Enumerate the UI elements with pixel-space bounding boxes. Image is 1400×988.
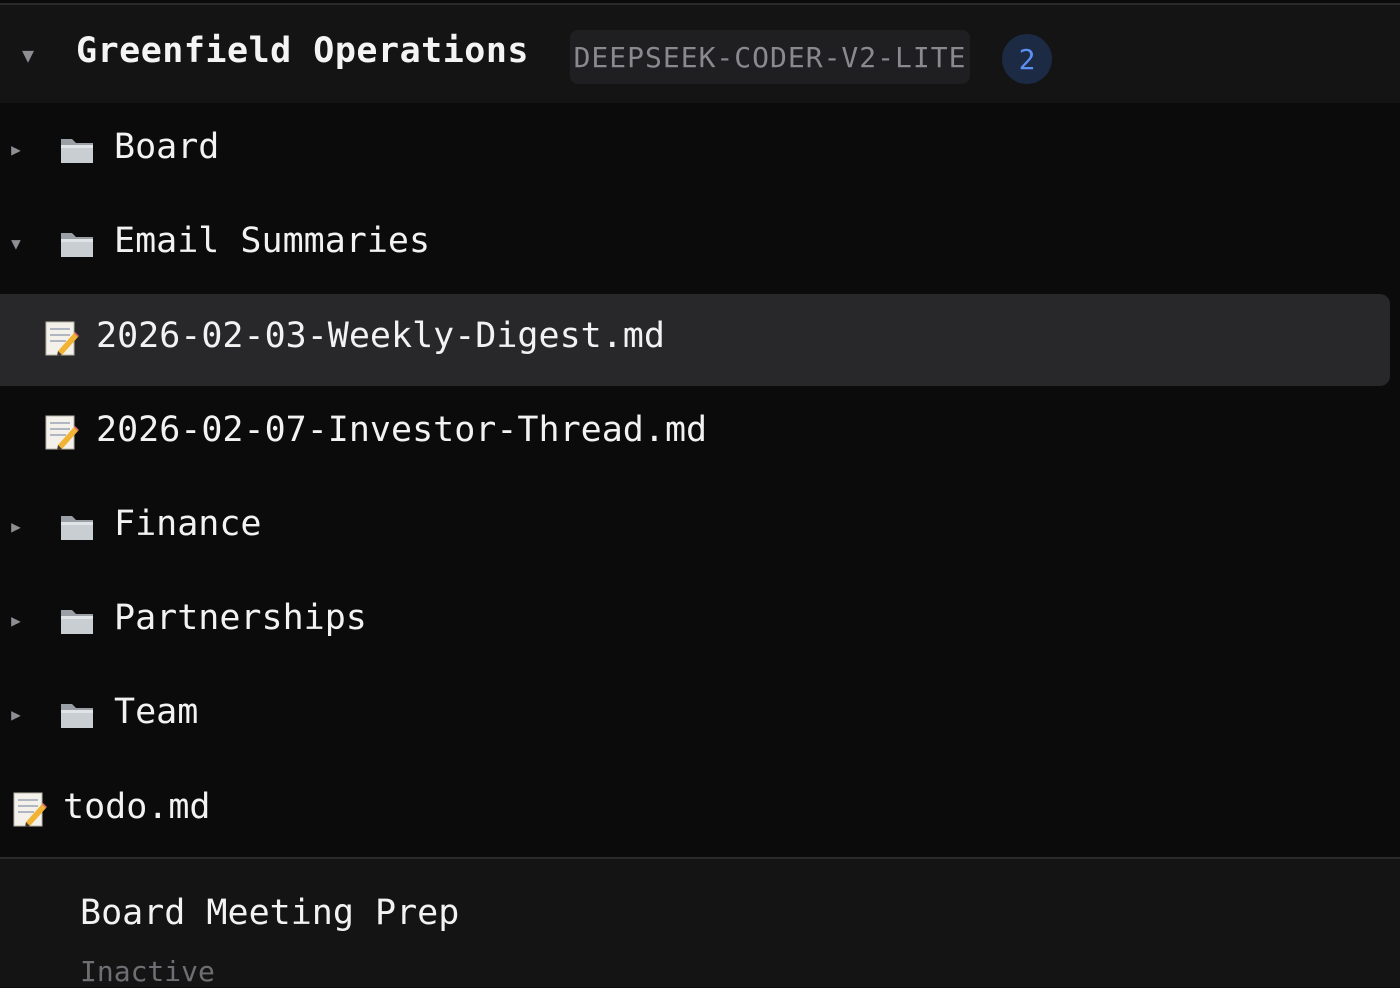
workspace-title: Greenfield Operations — [76, 31, 530, 71]
tree-item-label: Email Summaries — [114, 221, 431, 261]
workspace-header[interactable]: ▼ Greenfield Operations DEEPSEEK-CODER-V… — [0, 5, 1400, 103]
chevron-down-icon[interactable]: ▼ — [6, 233, 26, 253]
tree-item-board[interactable]: ▶ Board — [0, 105, 1400, 197]
tree-item-label: Team — [114, 692, 199, 732]
tree-item-label: Board — [114, 127, 220, 167]
session-status: Inactive — [80, 955, 215, 988]
folder-icon — [61, 139, 93, 163]
tree-item-team[interactable]: ▶ Team — [0, 670, 1400, 762]
folder-icon — [61, 516, 93, 540]
memo-icon — [13, 792, 47, 827]
tree-item-finance[interactable]: ▶ Finance — [0, 482, 1400, 574]
chevron-right-icon[interactable]: ▶ — [6, 516, 26, 536]
memo-icon — [45, 415, 79, 450]
chevron-right-icon[interactable]: ▶ — [6, 704, 26, 724]
folder-icon — [61, 610, 93, 634]
tree-item-weekly-digest[interactable]: 2026-02-03-Weekly-Digest.md — [0, 294, 1400, 386]
tree-item-label: 2026-02-03-Weekly-Digest.md — [96, 316, 665, 356]
folder-icon — [61, 704, 93, 728]
tree-item-email-summaries[interactable]: ▼ Email Summaries — [0, 199, 1400, 291]
chevron-right-icon[interactable]: ▶ — [6, 610, 26, 630]
chevron-down-icon[interactable]: ▼ — [16, 43, 40, 67]
tree-item-investor-thread[interactable]: 2026-02-07-Investor-Thread.md — [0, 388, 1400, 480]
folder-icon — [61, 233, 93, 257]
tree-item-label: Finance — [114, 504, 262, 544]
tree-item-todo[interactable]: todo.md — [0, 765, 1400, 857]
memo-icon — [45, 321, 79, 356]
tree-item-label: todo.md — [63, 787, 211, 827]
tree-item-label: Partnerships — [114, 598, 367, 638]
chevron-right-icon[interactable]: ▶ — [6, 139, 26, 159]
tree-item-label: 2026-02-07-Investor-Thread.md — [96, 410, 708, 450]
session-title: Board Meeting Prep — [80, 893, 460, 933]
count-badge: 2 — [1002, 34, 1052, 84]
model-badge: DEEPSEEK-CODER-V2-LITE — [570, 30, 970, 84]
tree-item-partnerships[interactable]: ▶ Partnerships — [0, 576, 1400, 668]
session-item[interactable]: Board Meeting Prep Inactive — [0, 859, 1400, 988]
